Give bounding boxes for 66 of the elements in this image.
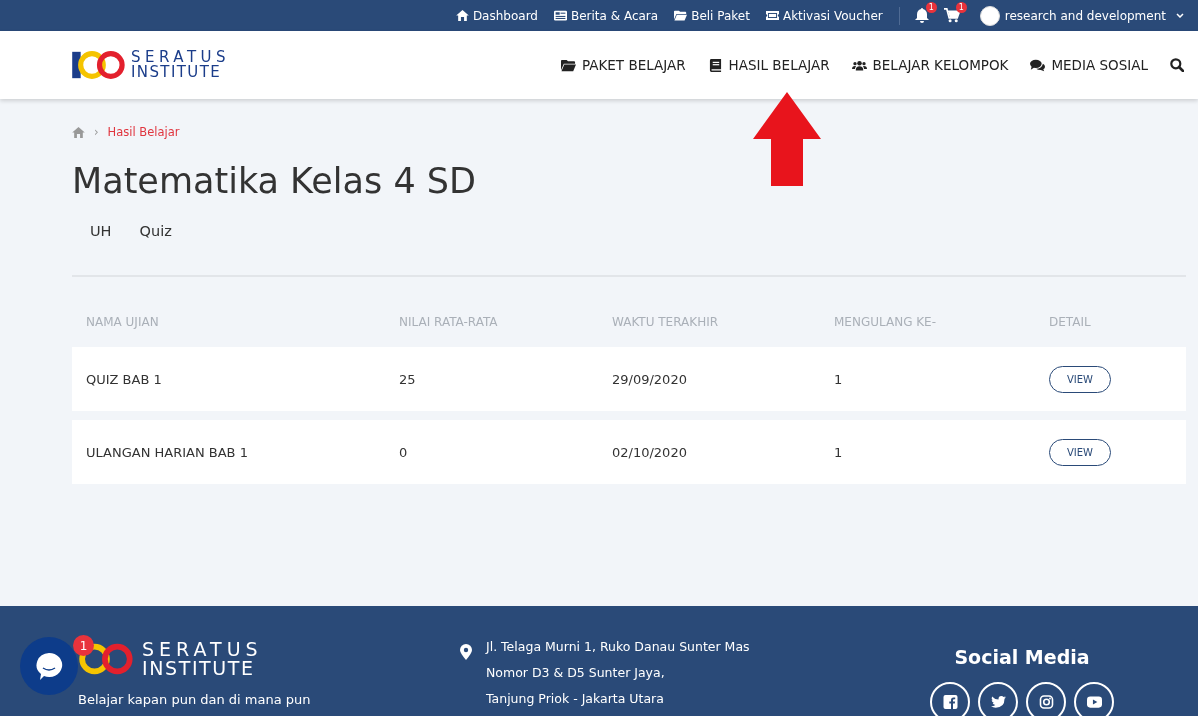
chat-unread-count: 1 xyxy=(73,635,94,656)
logo-wordmark: SERATUS xyxy=(142,640,263,659)
table-cell-text: 1 xyxy=(834,371,844,387)
folder-icon xyxy=(560,58,576,72)
cart-count: 1 xyxy=(955,2,967,13)
social-media-heading: Social Media xyxy=(954,646,1090,668)
search-icon[interactable] xyxy=(1170,58,1184,72)
address-line: Nomor D3 & D5 Sunter Jaya, xyxy=(486,664,666,682)
topbar-link[interactable]: Aktivasi Voucher xyxy=(765,8,883,23)
column-header: WAKTU TERAKHIR xyxy=(612,315,720,331)
avatar-icon xyxy=(979,5,1000,26)
view-button[interactable]: VIEW xyxy=(1049,365,1111,393)
table-cell-text: 02/10/2020 xyxy=(612,444,688,460)
users-icon xyxy=(851,58,867,72)
topbar-link[interactable]: Beli Paket xyxy=(674,8,750,23)
caret-icon xyxy=(1176,13,1184,18)
table-cell-text: QUIZ BAB 1 xyxy=(86,371,163,387)
column-header: DETAIL xyxy=(1049,315,1092,331)
location-pin-icon xyxy=(460,644,472,660)
notification-count: 1 xyxy=(925,2,937,13)
column-header: NILAI RATA-RATA xyxy=(399,315,499,331)
table-cell-text: ULANGAN HARIAN BAB 1 xyxy=(86,444,249,460)
cart-icon[interactable] xyxy=(943,8,960,23)
view-button[interactable]: VIEW xyxy=(1049,438,1111,466)
speech-bubble-icon xyxy=(34,651,64,681)
social-button[interactable] xyxy=(1074,682,1114,716)
column-header: NAMA UJIAN xyxy=(86,315,160,331)
tagline: Belajar kapan pun dan di mana pun xyxy=(78,692,312,707)
table-cell-text: 0 xyxy=(399,444,409,460)
topbar-link[interactable]: Dashboard xyxy=(455,8,538,23)
social-button[interactable] xyxy=(1026,682,1066,716)
ticket-icon xyxy=(765,10,779,21)
tab[interactable]: Quiz xyxy=(139,223,172,239)
camera-icon xyxy=(1038,695,1054,709)
table-cell-text: 1 xyxy=(834,444,844,460)
logo-subtitle: INSTITUTE xyxy=(131,65,223,80)
nav-link[interactable]: BELAJAR KELOMPOK xyxy=(851,57,1009,73)
bird-icon xyxy=(990,695,1006,709)
home-icon xyxy=(455,10,469,21)
play-icon xyxy=(1086,695,1102,709)
social-button[interactable] xyxy=(930,682,970,716)
tab[interactable]: UH xyxy=(90,223,112,239)
rings-logo-icon xyxy=(72,49,127,81)
book-icon xyxy=(707,58,723,72)
breadcrumb-separator: › xyxy=(94,125,99,139)
nav-link[interactable]: PAKET BELAJAR xyxy=(560,57,686,73)
address-line: Jl. Telaga Murni 1, Ruko Danau Sunter Mas xyxy=(486,638,750,656)
table-cell-text: 29/09/2020 xyxy=(612,371,688,387)
folder-icon xyxy=(674,10,688,21)
nav-link[interactable]: HASIL BELAJAR xyxy=(707,57,830,73)
topbar-link[interactable]: Berita & Acara xyxy=(554,8,659,23)
logo-wordmark: SERATUS xyxy=(131,50,231,65)
newspaper-icon xyxy=(554,10,567,21)
chat-icon xyxy=(1030,58,1046,72)
social-button[interactable] xyxy=(978,682,1018,716)
facebook-icon xyxy=(942,695,958,709)
column-header: MENGULANG KE- xyxy=(834,315,938,331)
breadcrumb-link[interactable]: Hasil Belajar xyxy=(107,125,180,139)
table-cell-text: 25 xyxy=(399,371,417,387)
logo-subtitle: INSTITUTE xyxy=(142,659,256,678)
home-icon[interactable] xyxy=(72,126,85,138)
user-menu[interactable]: research and development xyxy=(979,5,1184,26)
bell-icon[interactable] xyxy=(913,8,930,23)
address-line: Tanjung Priok - Jakarta Utara xyxy=(486,690,665,708)
page-title: Matematika Kelas 4 SD xyxy=(72,161,477,201)
nav-link[interactable]: MEDIA SOSIAL xyxy=(1030,57,1148,73)
